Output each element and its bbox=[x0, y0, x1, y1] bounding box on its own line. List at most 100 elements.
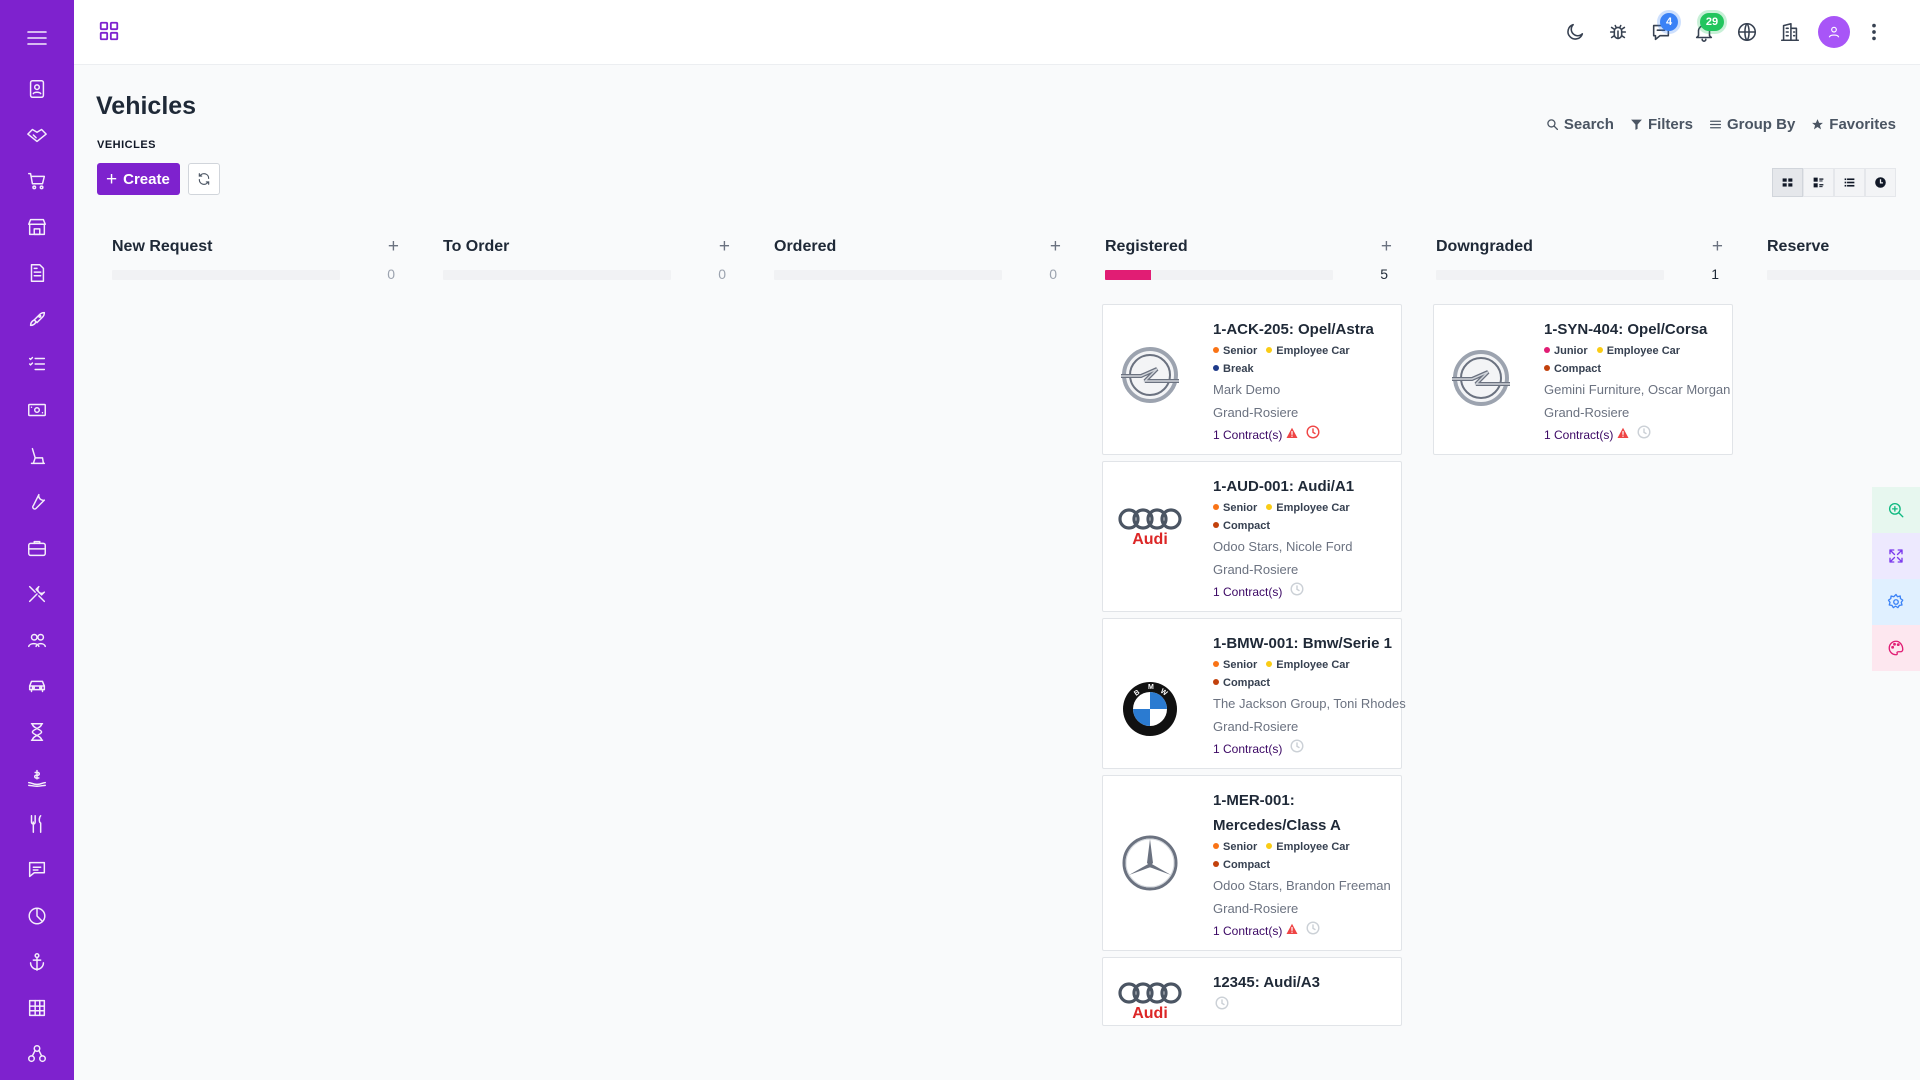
activity-clock-icon[interactable] bbox=[1282, 581, 1304, 603]
column-progress-bar[interactable] bbox=[1436, 270, 1664, 280]
card-title[interactable]: 12345: Audi/A3 bbox=[1213, 970, 1395, 995]
contacts-icon[interactable] bbox=[17, 69, 57, 108]
handshake-icon[interactable] bbox=[17, 115, 57, 154]
column-add-icon[interactable]: + bbox=[1050, 236, 1061, 258]
column-add-icon[interactable]: + bbox=[1712, 236, 1723, 258]
contracts-link[interactable]: 1 Contract(s) bbox=[1213, 581, 1282, 603]
activity-clock-icon[interactable] bbox=[1629, 424, 1651, 446]
tag-dot bbox=[1266, 504, 1273, 511]
warning-icon bbox=[1282, 920, 1298, 942]
breadcrumb[interactable]: VEHICLES bbox=[97, 139, 156, 151]
column-add-icon[interactable]: + bbox=[1381, 236, 1392, 258]
tag-label: Senior bbox=[1223, 659, 1258, 671]
fullscreen-button[interactable] bbox=[1872, 533, 1920, 579]
contracts-link[interactable]: 1 Contract(s) bbox=[1213, 920, 1282, 942]
column-title[interactable]: Reserve bbox=[1767, 238, 1829, 256]
plus-icon: + bbox=[106, 168, 118, 190]
activity-clock-icon[interactable] bbox=[1298, 424, 1320, 446]
column-progress-bar[interactable] bbox=[1105, 270, 1333, 280]
column-title[interactable]: Downgraded bbox=[1436, 238, 1533, 256]
settings-button[interactable] bbox=[1872, 579, 1920, 625]
more-options-icon[interactable] bbox=[1856, 14, 1892, 50]
tools-icon[interactable] bbox=[17, 575, 57, 614]
vehicle-card[interactable]: 1-AUD-001: Audi/A1 Senior Employee Car Co… bbox=[1102, 461, 1402, 612]
activity-view-button[interactable] bbox=[1865, 168, 1896, 197]
card-title[interactable]: 1-MER-001: Mercedes/Class A bbox=[1213, 788, 1395, 838]
vehicle-card[interactable]: 1-SYN-404: Opel/Corsa Junior Employee Car… bbox=[1433, 304, 1733, 455]
vehicle-card[interactable]: 1-MER-001: Mercedes/Class A Senior Employ… bbox=[1102, 775, 1402, 951]
activity-clock-icon[interactable] bbox=[1282, 738, 1304, 760]
language-globe-icon[interactable] bbox=[1729, 14, 1765, 50]
user-avatar[interactable] bbox=[1818, 16, 1850, 48]
company-building-icon[interactable] bbox=[1772, 14, 1808, 50]
card-list-view-button[interactable] bbox=[1803, 168, 1834, 197]
column-progress-bar[interactable] bbox=[112, 270, 340, 280]
column-add-icon[interactable]: + bbox=[388, 236, 399, 258]
card-title[interactable]: 1-AUD-001: Audi/A1 bbox=[1213, 474, 1395, 499]
rocket-icon[interactable] bbox=[17, 299, 57, 338]
group-by-button[interactable]: Group By bbox=[1709, 116, 1795, 133]
audi-logo: Audi bbox=[1115, 966, 1185, 1036]
card-title[interactable]: 1-BMW-001: Bmw/Serie 1 bbox=[1213, 631, 1395, 656]
chat-icon[interactable] bbox=[17, 850, 57, 889]
people-icon[interactable] bbox=[17, 621, 57, 660]
tag-label: Employee Car bbox=[1276, 345, 1350, 357]
zoom-in-button[interactable] bbox=[1872, 487, 1920, 533]
restaurant-icon[interactable] bbox=[17, 804, 57, 843]
svg-text:Audi: Audi bbox=[1132, 1005, 1168, 1022]
activity-clock-icon[interactable] bbox=[1213, 995, 1229, 1017]
anchor-icon[interactable] bbox=[17, 942, 57, 981]
menu-icon[interactable] bbox=[17, 18, 57, 57]
contracts-link[interactable]: 1 Contract(s) bbox=[1213, 424, 1282, 446]
column-progress-bar[interactable] bbox=[443, 270, 671, 280]
chair-icon[interactable] bbox=[17, 437, 57, 476]
tag-dot bbox=[1266, 347, 1273, 354]
messages-icon[interactable]: 4 bbox=[1643, 13, 1679, 50]
card-tags: Senior Employee Car Compact bbox=[1213, 656, 1395, 692]
list-view-icon bbox=[1844, 178, 1855, 187]
create-button[interactable]: + Create bbox=[97, 163, 180, 195]
card-tags: Senior Employee Car Compact bbox=[1213, 499, 1395, 535]
hourglass-icon[interactable] bbox=[17, 713, 57, 752]
vehicle-card[interactable]: 1-BMW-001: Bmw/Serie 1 Senior Employee Ca… bbox=[1102, 618, 1406, 769]
grid-icon[interactable] bbox=[17, 988, 57, 1027]
invoice-icon[interactable] bbox=[17, 253, 57, 292]
vehicle-card[interactable]: 12345: Audi/A3 Audi bbox=[1102, 957, 1402, 1026]
column-title[interactable]: Ordered bbox=[774, 238, 836, 256]
cart-icon[interactable] bbox=[17, 161, 57, 200]
filters-button[interactable]: Filters bbox=[1630, 116, 1693, 133]
card-title[interactable]: 1-SYN-404: Opel/Corsa bbox=[1544, 317, 1726, 342]
activity-clock-icon[interactable] bbox=[1298, 920, 1320, 942]
column-count: 1 bbox=[1711, 266, 1719, 282]
vehicle-card[interactable]: 1-ACK-205: Opel/Astra Senior Employee Car… bbox=[1102, 304, 1402, 455]
contracts-link[interactable]: 1 Contract(s) bbox=[1213, 738, 1282, 760]
column-add-icon[interactable]: + bbox=[719, 236, 730, 258]
kanban-view-button[interactable] bbox=[1772, 168, 1803, 197]
card-title[interactable]: 1-ACK-205: Opel/Astra bbox=[1213, 317, 1395, 342]
car-icon[interactable] bbox=[17, 667, 57, 706]
dark-mode-icon[interactable] bbox=[1557, 14, 1593, 50]
apps-menu-icon[interactable] bbox=[98, 20, 122, 44]
store-icon[interactable] bbox=[17, 207, 57, 246]
search-button[interactable]: Search bbox=[1546, 116, 1614, 133]
view-switcher bbox=[1772, 168, 1896, 197]
column-progress-bar[interactable] bbox=[774, 270, 1002, 280]
refresh-button[interactable] bbox=[188, 163, 220, 195]
hierarchy-icon[interactable] bbox=[17, 1034, 57, 1073]
notifications-icon[interactable]: 29 bbox=[1686, 13, 1724, 50]
pie-chart-icon[interactable] bbox=[17, 896, 57, 935]
payroll-icon[interactable] bbox=[17, 758, 57, 797]
column-title[interactable]: To Order bbox=[443, 238, 509, 256]
column-title[interactable]: Registered bbox=[1105, 238, 1188, 256]
list-view-button[interactable] bbox=[1834, 168, 1865, 197]
favorites-button[interactable]: Favorites bbox=[1811, 116, 1896, 133]
theme-palette-button[interactable] bbox=[1872, 625, 1920, 671]
wrench-icon[interactable] bbox=[17, 483, 57, 522]
checklist-icon[interactable] bbox=[17, 345, 57, 384]
money-icon[interactable] bbox=[17, 391, 57, 430]
briefcase-icon[interactable] bbox=[17, 529, 57, 568]
contracts-link[interactable]: 1 Contract(s) bbox=[1544, 424, 1613, 446]
column-title[interactable]: New Request bbox=[112, 238, 212, 256]
column-progress-bar[interactable] bbox=[1767, 270, 1920, 280]
debug-icon[interactable] bbox=[1600, 14, 1636, 50]
